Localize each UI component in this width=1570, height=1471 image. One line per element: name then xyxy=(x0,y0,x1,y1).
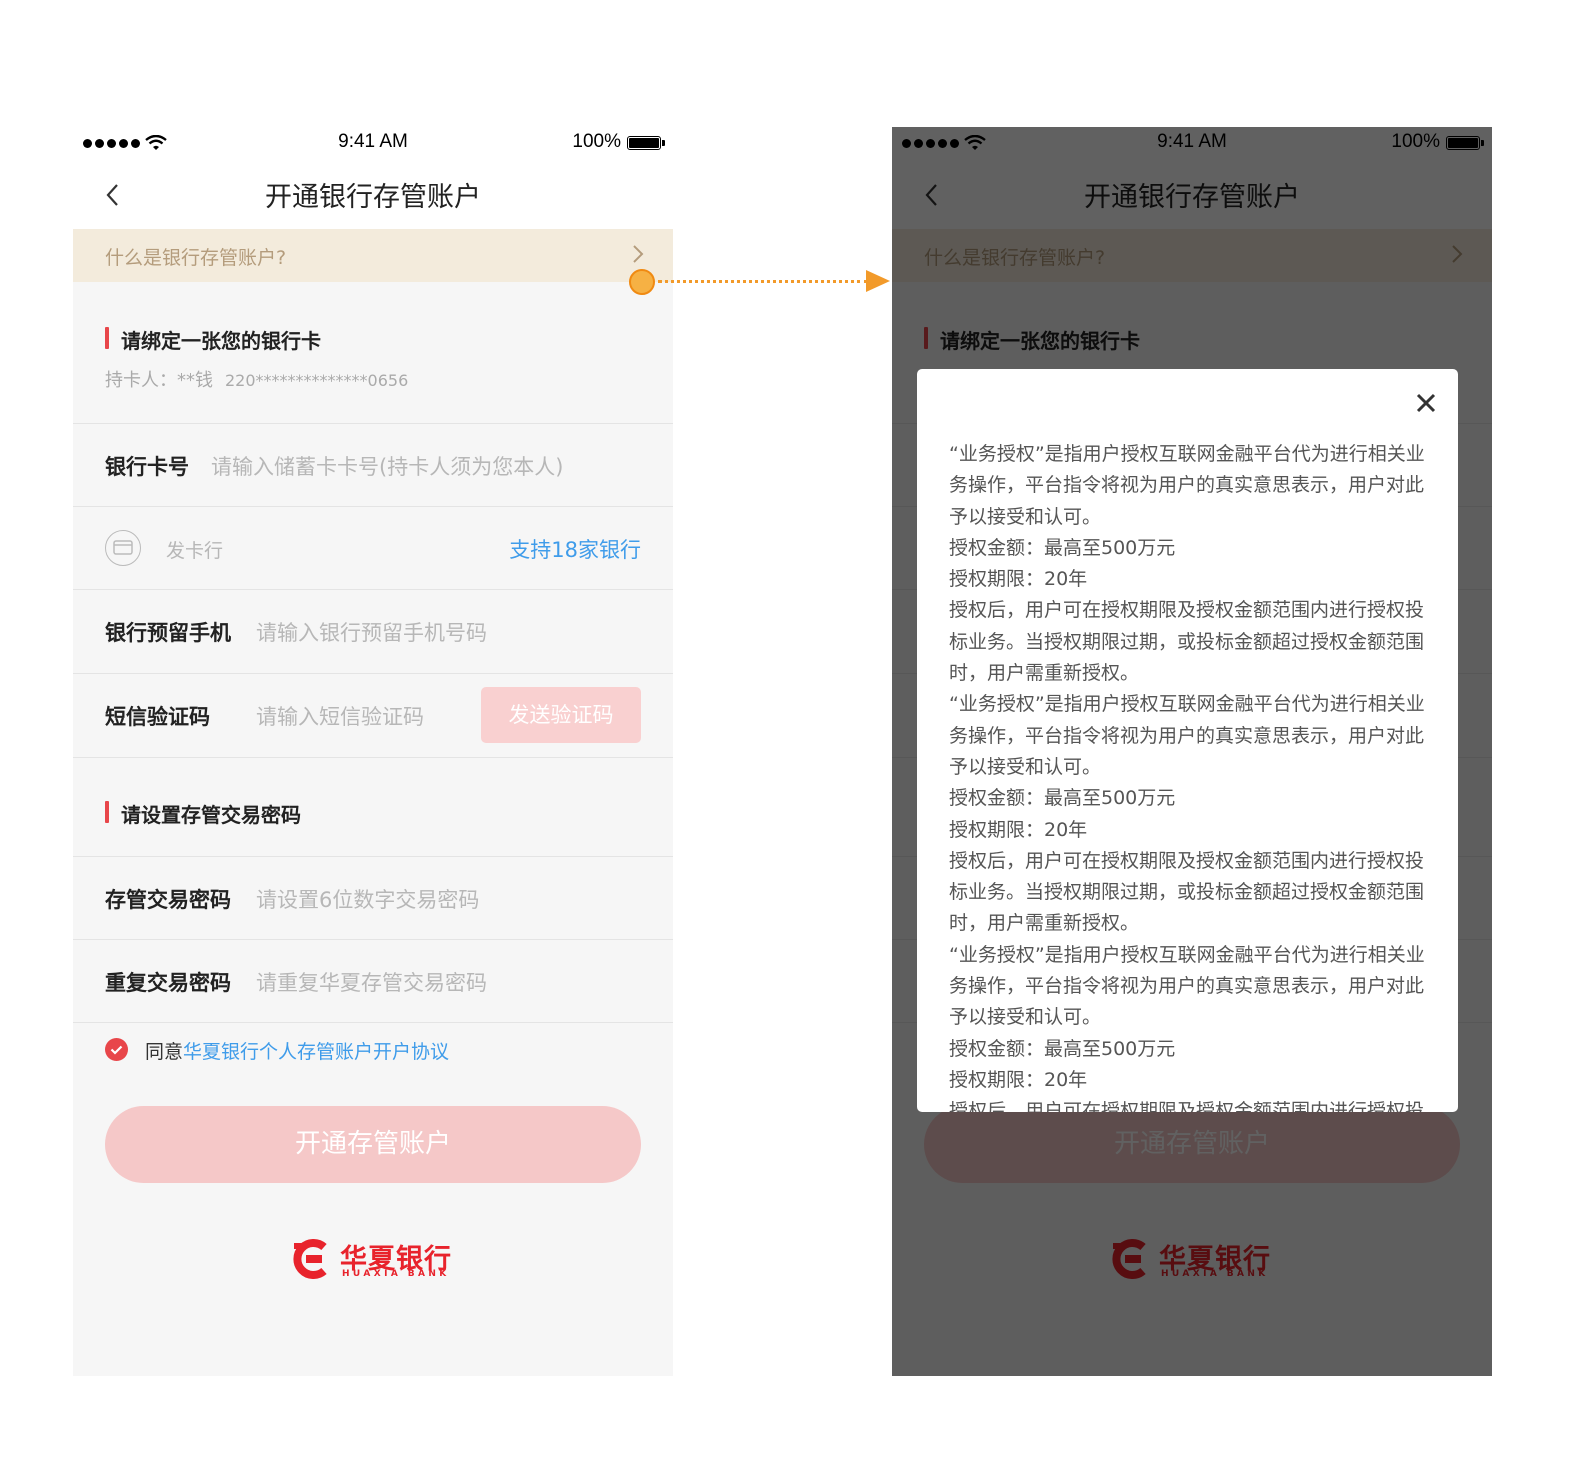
bind-card-section: 请绑定一张您的银行卡 持卡人：**钱 220**************0656 xyxy=(73,282,673,423)
repeat-password-row[interactable]: 重复交易密码 请重复华夏存管交易密码 xyxy=(73,939,673,1023)
bank-logo-icon xyxy=(293,1239,327,1279)
holder-label: 持卡人： xyxy=(105,370,177,391)
banner-text: 什么是银行存管账户? xyxy=(105,247,287,269)
issuer-label: 发卡行 xyxy=(166,540,224,562)
close-icon[interactable] xyxy=(1414,391,1438,415)
phone-label: 银行预留手机 xyxy=(105,621,231,645)
send-code-button[interactable]: 发送验证码 xyxy=(481,687,641,743)
modal-paragraph: “业务授权”是指用户授权互联网金融平台代为进行相关业务操作，平台指令将视为用户的… xyxy=(949,443,1425,528)
password-input[interactable]: 请设置6位数字交易密码 xyxy=(256,884,479,914)
card-number-input[interactable]: 请输入储蓄卡卡号(持卡人须为您本人) xyxy=(211,451,563,481)
flow-connector-line xyxy=(658,280,868,283)
card-number-label: 银行卡号 xyxy=(105,455,189,479)
modal-content[interactable]: “业务授权”是指用户授权互联网金融平台代为进行相关业务操作，平台指令将视为用户的… xyxy=(949,439,1433,1112)
repeat-password-input[interactable]: 请重复华夏存管交易密码 xyxy=(256,967,487,997)
password-row[interactable]: 存管交易密码 请设置6位数字交易密码 xyxy=(73,856,673,939)
password-section: 请设置存管交易密码 xyxy=(73,757,673,857)
password-label: 存管交易密码 xyxy=(105,888,231,912)
modal-paragraph: 授权后，用户可在授权期限及授权金额范围内进行授权投标业务。当授权期限过期，或投标… xyxy=(949,599,1425,685)
info-banner[interactable]: 什么是银行存管账户? xyxy=(73,229,673,282)
phone-row[interactable]: 银行预留手机 请输入银行预留手机号码 xyxy=(73,589,673,672)
modal-paragraph: “业务授权”是指用户授权互联网金融平台代为进行相关业务操作，平台指令将视为用户的… xyxy=(949,693,1425,778)
page-title: 开通银行存管账户 xyxy=(265,182,481,213)
phone-screen-modal: 9:41 AM 100% 开通银行存管账户 什么是银行存管账户? 请绑定一张您的… xyxy=(892,127,1492,1376)
modal-paragraph: 授权后，用户可在授权期限及授权金额范围内进行授权投标业务。当授权期限过期，或投标… xyxy=(949,1100,1425,1112)
arrow-right-icon xyxy=(866,270,890,292)
sms-input[interactable]: 请输入短信验证码 xyxy=(256,701,424,731)
nav-bar: 开通银行存管账户 xyxy=(73,159,673,229)
supported-banks-link[interactable]: 支持18家银行 xyxy=(509,534,641,564)
modal-paragraph: 授权后，用户可在授权期限及授权金额范围内进行授权投标业务。当授权期限过期，或投标… xyxy=(949,849,1425,935)
modal-paragraph: 授权金额：最高至500万元 xyxy=(949,1037,1176,1060)
huaxia-bank-logo: 华夏银行 HUAXIA BANK xyxy=(290,1237,460,1283)
authorization-modal: “业务授权”是指用户授权互联网金融平台代为进行相关业务操作，平台指令将视为用户的… xyxy=(917,369,1458,1112)
agreement-text: 同意华夏银行个人存管账户开户协议 xyxy=(145,1037,449,1064)
section-title: 请设置存管交易密码 xyxy=(121,803,301,827)
modal-paragraph: 授权期限：20年 xyxy=(949,1068,1088,1091)
open-account-button[interactable]: 开通存管账户 xyxy=(105,1106,641,1183)
chevron-right-icon xyxy=(633,245,644,263)
battery-percent: 100% xyxy=(572,131,621,152)
agreement-link[interactable]: 华夏银行个人存管账户开户协议 xyxy=(183,1041,449,1063)
card-number: 220**************0656 xyxy=(225,371,409,390)
agreement-prefix: 同意 xyxy=(145,1041,184,1063)
bank-card-icon xyxy=(105,530,141,566)
issuer-row[interactable]: 发卡行 支持18家银行 xyxy=(73,506,673,589)
sms-row[interactable]: 短信验证码 请输入短信验证码 发送验证码 xyxy=(73,673,673,756)
phone-input[interactable]: 请输入银行预留手机号码 xyxy=(256,617,487,647)
phone-screen-form: 9:41 AM 100% 开通银行存管账户 什么是银行存管账户? 请绑定一张您的… xyxy=(73,127,673,1376)
repeat-password-label: 重复交易密码 xyxy=(105,971,231,995)
tap-indicator-icon xyxy=(629,269,655,295)
battery-icon xyxy=(627,136,665,150)
card-holder-info: 持卡人：**钱 220**************0656 xyxy=(105,366,408,392)
holder-name: **钱 xyxy=(177,370,213,391)
modal-paragraph: 授权金额：最高至500万元 xyxy=(949,787,1176,810)
status-bar: 9:41 AM 100% xyxy=(73,127,673,159)
card-number-row[interactable]: 银行卡号 请输入储蓄卡卡号(持卡人须为您本人) xyxy=(73,423,673,506)
modal-paragraph: 授权金额：最高至500万元 xyxy=(949,536,1176,559)
check-icon[interactable] xyxy=(105,1038,128,1061)
section-title: 请绑定一张您的银行卡 xyxy=(121,329,321,353)
modal-paragraph: “业务授权”是指用户授权互联网金融平台代为进行相关业务操作，平台指令将视为用户的… xyxy=(949,943,1425,1029)
section-marker xyxy=(105,801,109,823)
modal-paragraph: 授权期限：20年 xyxy=(949,568,1088,591)
section-marker xyxy=(105,327,109,349)
logo-subtext: HUAXIA BANK xyxy=(342,1269,450,1279)
sms-label: 短信验证码 xyxy=(105,705,210,729)
modal-paragraph: 授权期限：20年 xyxy=(949,818,1088,841)
